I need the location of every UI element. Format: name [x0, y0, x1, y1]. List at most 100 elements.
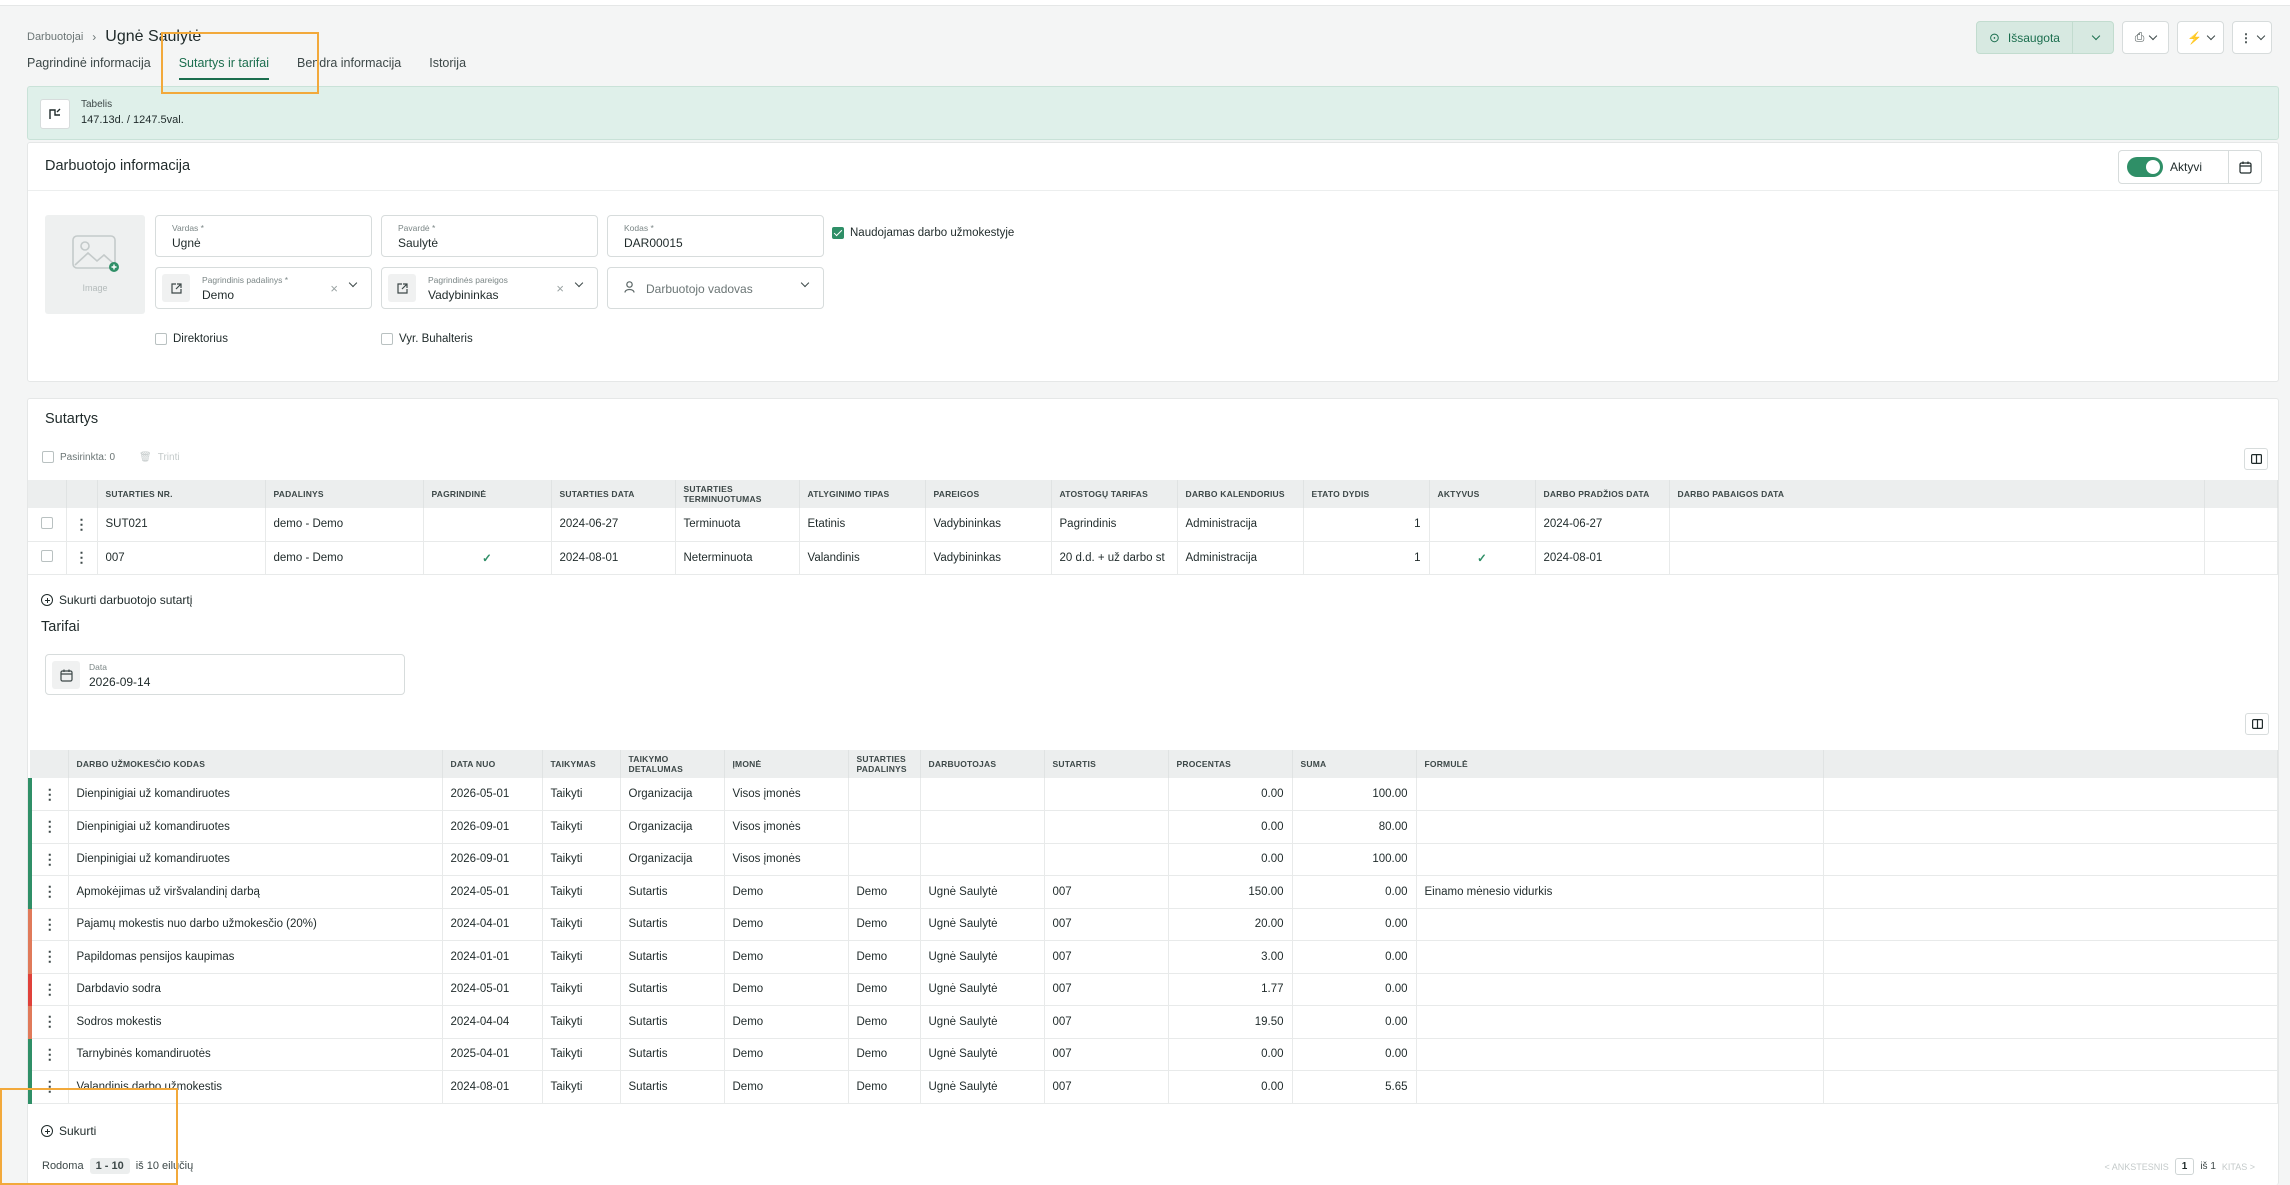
- print-button[interactable]: ⎙: [2122, 21, 2169, 54]
- active-toggle[interactable]: Aktyvi: [2119, 151, 2229, 183]
- column-header[interactable]: DATA NUO: [442, 750, 543, 778]
- column-header[interactable]: ETATO DYDIS: [1303, 480, 1430, 508]
- table-row[interactable]: ⋮ Pajamų mokestis nuo darbo užmokesčio (2…: [28, 908, 2278, 941]
- row-menu-icon[interactable]: ⋮: [28, 843, 69, 876]
- row-menu-icon[interactable]: ⋮: [28, 778, 69, 811]
- checkbox-checked[interactable]: [832, 227, 844, 239]
- table-row[interactable]: ⋮ Dienpinigiai už komandiruotes 2026-09-01…: [28, 810, 2278, 844]
- row-checkbox-cell[interactable]: [28, 508, 67, 542]
- tariffs-table: DARBO UŽMOKESČIO KODAS DATA NUO TAIKYMAS TA…: [28, 750, 2278, 1104]
- row-menu-icon[interactable]: ⋮: [28, 908, 69, 941]
- row-checkbox[interactable]: [40, 516, 53, 529]
- row-checkbox-cell[interactable]: [28, 541, 67, 575]
- toggle-switch[interactable]: [2127, 157, 2163, 177]
- table-row[interactable]: ⋮ Valandinis darbo užmokestis 2024-08-01 Ta…: [28, 1070, 2278, 1104]
- row-menu-icon[interactable]: ⋮: [66, 541, 98, 575]
- column-header[interactable]: PADALINYS: [265, 480, 424, 508]
- column-header[interactable]: SUTARTIS: [1044, 750, 1169, 778]
- table-row[interactable]: ⋮ Darbdavio sodra 2024-05-01 Taikyti Sutarti…: [28, 973, 2278, 1006]
- columns-icon[interactable]: [2244, 448, 2268, 470]
- create-contract-link[interactable]: Sukurti darbuotojo sutartį: [41, 593, 192, 607]
- calendar-icon[interactable]: [2229, 151, 2261, 183]
- chevron-down-icon[interactable]: [800, 278, 810, 288]
- column-header[interactable]: TAIKYMAS: [542, 750, 621, 778]
- table-row[interactable]: ⋮ 007 demo - Demo ✓ 2024-08-01 Neterminuota Va…: [28, 541, 2278, 575]
- tab-history[interactable]: Istorija: [429, 56, 466, 80]
- tab-main-info[interactable]: Pagrindinė informacija: [27, 56, 151, 80]
- save-button[interactable]: ⊙ Išsaugota: [1976, 21, 2114, 54]
- table-row[interactable]: ⋮ Tarnybinės komandiruotės 2025-04-01 Taiky…: [28, 1038, 2278, 1071]
- manager-select[interactable]: Darbuotojo vadovas: [607, 267, 824, 309]
- accountant-label: Vyr. Buhalteris: [399, 333, 473, 345]
- payroll-checkbox[interactable]: Naudojamas darbo užmokestyje: [832, 227, 1014, 239]
- table-cell: 0.00: [1168, 1070, 1293, 1104]
- table-row[interactable]: ⋮ Sodros mokestis 2024-04-04 Taikyti Sutarti…: [28, 1005, 2278, 1039]
- breadcrumb-parent[interactable]: Darbuotojai: [27, 31, 83, 43]
- chevron-down-icon[interactable]: [348, 278, 358, 288]
- clear-icon[interactable]: ×: [556, 281, 564, 296]
- row-menu-icon[interactable]: ⋮: [28, 810, 69, 844]
- table-row[interactable]: ⋮ Dienpinigiai už komandiruotes 2026-05-01…: [28, 778, 2278, 811]
- row-menu-icon[interactable]: ⋮: [28, 973, 69, 1006]
- table-cell-empty: [1823, 1038, 2278, 1071]
- column-header[interactable]: SUTARTIES DATA: [551, 480, 676, 508]
- position-select[interactable]: Pagrindinės pareigos Vadybininkas ×: [381, 267, 598, 309]
- column-header[interactable]: DARBO KALENDORIUS: [1177, 480, 1304, 508]
- column-header[interactable]: ATOSTOGŲ TARIFAS: [1051, 480, 1178, 508]
- accountant-checkbox[interactable]: Vyr. Buhalteris: [381, 333, 473, 345]
- column-header[interactable]: PAGRINDINĖ: [423, 480, 552, 508]
- tariff-date-field[interactable]: Data 2026-09-14: [45, 654, 405, 695]
- columns-icon[interactable]: [2245, 713, 2269, 735]
- column-header[interactable]: DARBO UŽMOKESČIO KODAS: [68, 750, 443, 778]
- row-menu-icon[interactable]: ⋮: [66, 508, 98, 542]
- page-number[interactable]: 1: [2174, 1158, 2195, 1175]
- calendar-icon[interactable]: [52, 661, 80, 689]
- next-button[interactable]: KITAS >: [2222, 1162, 2255, 1172]
- checkbox[interactable]: [381, 333, 393, 345]
- table-row[interactable]: ⋮ SUT021 demo - Demo 2024-06-27 Terminuota Et…: [28, 508, 2278, 542]
- column-header[interactable]: DARBO PRADŽIOS DATA: [1535, 480, 1670, 508]
- delete-button[interactable]: Trinti: [158, 452, 180, 463]
- actions-button[interactable]: ⚡: [2177, 21, 2224, 54]
- code-field[interactable]: Kodas * DAR00015: [607, 215, 824, 257]
- column-header[interactable]: SUTARTIES PADALINYS: [848, 750, 921, 778]
- column-header[interactable]: DARBUOTOJAS: [920, 750, 1045, 778]
- checkbox[interactable]: [155, 333, 167, 345]
- column-header[interactable]: PROCENTAS: [1168, 750, 1293, 778]
- column-header[interactable]: SUTARTIES NR.: [97, 480, 266, 508]
- column-header[interactable]: SUMA: [1292, 750, 1417, 778]
- more-button[interactable]: ⋮: [2232, 21, 2272, 54]
- row-menu-icon[interactable]: ⋮: [28, 875, 69, 909]
- column-header[interactable]: AKTYVUS: [1429, 480, 1536, 508]
- table-row[interactable]: ⋮ Dienpinigiai už komandiruotes 2026-09-01…: [28, 843, 2278, 876]
- external-link-icon[interactable]: [388, 274, 416, 302]
- row-menu-icon[interactable]: ⋮: [28, 940, 69, 974]
- active-label: Aktyvi: [2170, 160, 2203, 174]
- save-dropdown[interactable]: [2079, 31, 2113, 41]
- external-link-icon[interactable]: [162, 274, 190, 302]
- row-menu-icon[interactable]: ⋮: [28, 1038, 69, 1071]
- column-header[interactable]: ĮMONĖ: [724, 750, 849, 778]
- table-row[interactable]: ⋮ Apmokėjimas už viršvalandinį darbą 2024-…: [28, 875, 2278, 909]
- column-header[interactable]: ATLYGINIMO TIPAS: [799, 480, 926, 508]
- last-name-field[interactable]: Pavardė * Saulytė: [381, 215, 598, 257]
- chevron-down-icon[interactable]: [574, 278, 584, 288]
- select-all[interactable]: Pasirinkta: 0 🗑 Trinti: [42, 451, 180, 463]
- table-row[interactable]: ⋮ Papildomas pensijos kaupimas 2024-01-01 T…: [28, 940, 2278, 974]
- column-header[interactable]: TAIKYMO DETALUMAS: [620, 750, 725, 778]
- first-name-field[interactable]: Vardas * Ugnė: [155, 215, 372, 257]
- select-all-checkbox[interactable]: [42, 451, 54, 463]
- department-select[interactable]: Pagrindinis padalinys * Demo ×: [155, 267, 372, 309]
- prev-button[interactable]: < ANKSTESNIS: [2104, 1162, 2168, 1172]
- table-cell: Administracija: [1177, 508, 1304, 542]
- column-header[interactable]: SUTARTIES TERMINUOTUMAS: [675, 480, 800, 508]
- column-header[interactable]: DARBO PABAIGOS DATA: [1669, 480, 2205, 508]
- column-header[interactable]: FORMULĖ: [1416, 750, 1824, 778]
- director-checkbox[interactable]: Direktorius: [155, 333, 228, 345]
- clear-icon[interactable]: ×: [330, 281, 338, 296]
- row-checkbox[interactable]: [40, 550, 53, 562]
- avatar-upload[interactable]: Image: [45, 215, 145, 314]
- timesheet-icon[interactable]: [40, 99, 70, 129]
- row-menu-icon[interactable]: ⋮: [28, 1005, 69, 1039]
- column-header[interactable]: PAREIGOS: [925, 480, 1052, 508]
